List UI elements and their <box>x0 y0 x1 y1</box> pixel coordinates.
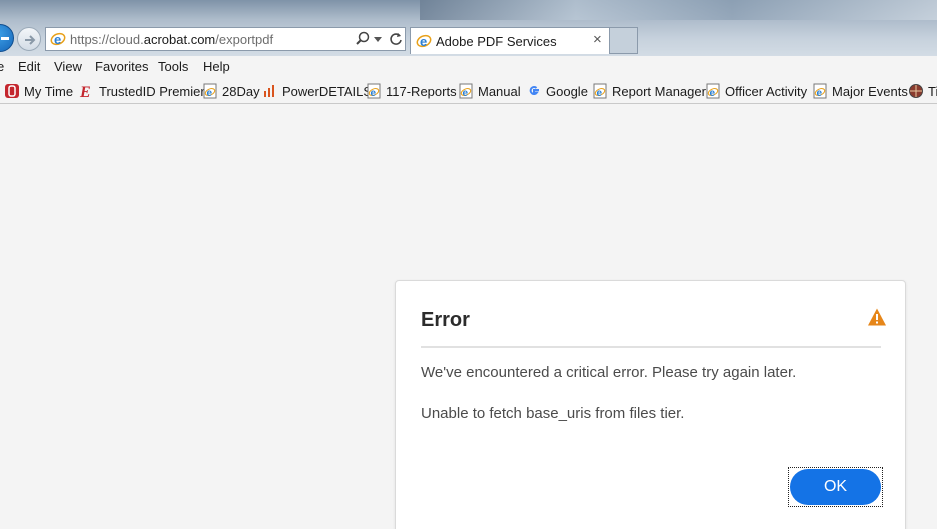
tab-adobe-pdf-services[interactable]: e Adobe PDF Services × <box>410 27 610 54</box>
svg-text:E: E <box>79 84 91 99</box>
url-prefix: https://cloud. <box>70 32 144 47</box>
globe-icon <box>908 83 924 99</box>
ie-page-icon: e <box>705 83 721 99</box>
favorite-officer-activity[interactable]: e Officer Activity <box>705 82 807 100</box>
back-button[interactable] <box>0 24 14 52</box>
menu-tools[interactable]: Tools <box>158 59 188 74</box>
trustedid-icon: E <box>79 83 95 101</box>
favorite-major-events[interactable]: e Major Events <box>812 82 908 100</box>
error-message: We've encountered a critical error. Plea… <box>421 364 797 381</box>
browser-chrome: e https://cloud.acrobat.com/exportpdf e … <box>0 0 937 56</box>
favorite-powerdetails[interactable]: PowerDETAILS <box>262 82 372 100</box>
favorite-google[interactable]: Google <box>526 82 588 100</box>
svg-text:e: e <box>710 88 716 99</box>
favorite-28day[interactable]: e 28Day <box>202 82 260 100</box>
bar-chart-icon <box>262 83 278 99</box>
favorite-label: Google <box>546 83 588 99</box>
ie-page-icon: e <box>592 83 608 99</box>
svg-text:e: e <box>207 88 213 99</box>
menu-file[interactable]: e <box>0 59 4 74</box>
favorite-my-time[interactable]: My Time <box>4 82 73 100</box>
window-titlebar <box>420 0 937 20</box>
ie-page-icon: e <box>812 83 828 99</box>
ie-page-icon: e <box>366 83 382 99</box>
svg-text:e: e <box>597 88 603 99</box>
refresh-icon[interactable] <box>388 31 404 47</box>
svg-text:e: e <box>463 88 469 99</box>
ok-button[interactable]: OK <box>790 469 881 505</box>
error-dialog: Error We've encountered a critical error… <box>395 280 906 529</box>
back-arrow-icon <box>1 37 9 40</box>
ie-icon: e <box>50 32 66 47</box>
favorite-label: Ti <box>928 83 937 99</box>
menu-edit[interactable]: Edit <box>18 59 40 74</box>
svg-text:e: e <box>420 34 427 49</box>
chevron-down-icon[interactable] <box>374 37 382 42</box>
mytime-icon <box>4 83 20 99</box>
favorite-trustedid-premier[interactable]: E TrustedID Premier <box>79 82 205 102</box>
warning-icon <box>868 308 886 326</box>
menu-favorites[interactable]: Favorites <box>95 59 148 74</box>
dialog-title: Error <box>421 309 470 331</box>
new-tab-button[interactable] <box>610 27 638 54</box>
favorite-label: 28Day <box>222 83 260 99</box>
forward-button[interactable] <box>17 27 41 51</box>
favorite-117-reports[interactable]: e 117-Reports <box>366 82 457 100</box>
favorite-label: My Time <box>24 83 74 99</box>
menu-help[interactable]: Help <box>203 59 230 74</box>
dialog-divider <box>421 346 881 348</box>
favorite-label: Officer Activity <box>725 83 808 99</box>
favorite-label: TrustedID Premier <box>99 83 205 99</box>
error-detail: Unable to fetch base_uris from files tie… <box>421 405 685 422</box>
close-icon[interactable]: × <box>593 31 602 48</box>
favorite-label: Report Manager <box>612 83 706 99</box>
ie-icon: e <box>416 34 432 49</box>
favorites-bar: My Time E TrustedID Premier e 28Day Powe… <box>0 78 937 104</box>
url-text[interactable]: https://cloud.acrobat.com/exportpdf <box>70 32 273 47</box>
menu-view[interactable]: View <box>54 59 82 74</box>
svg-text:e: e <box>371 88 377 99</box>
ie-page-icon: e <box>202 83 218 99</box>
favorite-report-manager[interactable]: e Report Manager <box>592 82 706 100</box>
svg-text:e: e <box>54 32 61 47</box>
google-icon <box>526 83 542 99</box>
favorite-label: 117-Reports <box>386 83 457 99</box>
favorite-label: Manual <box>478 83 521 99</box>
url-path: /exportpdf <box>215 32 274 47</box>
favorite-label: Major Events <box>832 83 908 99</box>
forward-arrow-icon <box>25 35 36 45</box>
favorite-manual[interactable]: e Manual <box>458 82 521 100</box>
address-bar[interactable]: e https://cloud.acrobat.com/exportpdf <box>45 27 406 51</box>
ie-page-icon: e <box>458 83 474 99</box>
favorite-label: PowerDETAILS <box>282 83 373 99</box>
svg-text:e: e <box>817 88 823 99</box>
menu-bar: e Edit View Favorites Tools Help <box>0 56 937 78</box>
favorite-ti[interactable]: Ti <box>908 82 937 100</box>
url-domain: acrobat.com <box>143 32 216 47</box>
tab-title: Adobe PDF Services <box>436 34 557 49</box>
search-icon[interactable] <box>355 31 371 47</box>
